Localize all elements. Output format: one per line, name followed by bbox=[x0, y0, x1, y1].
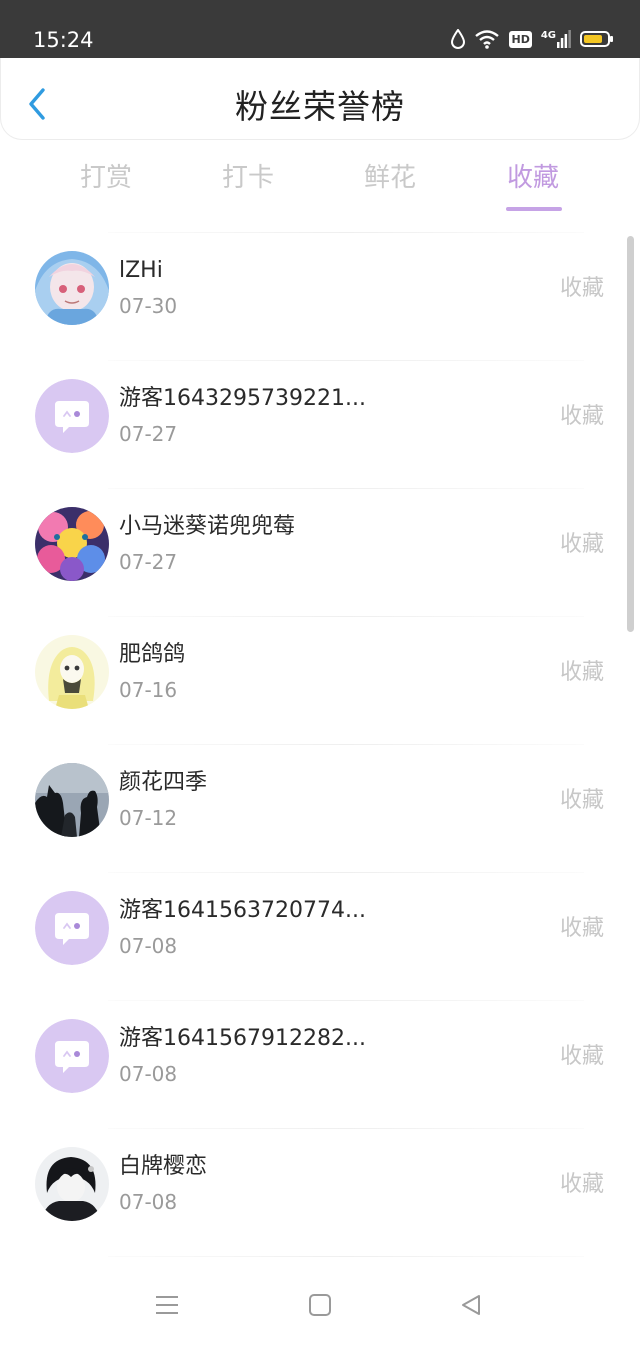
fan-name: 游客1641567912282... bbox=[119, 1026, 366, 1051]
header: 粉丝荣誉榜 bbox=[0, 58, 640, 140]
favorite-action: 收藏 bbox=[559, 1172, 604, 1197]
avatar[interactable] bbox=[35, 763, 109, 837]
favorite-action: 收藏 bbox=[559, 788, 604, 813]
favorite-action: 收藏 bbox=[559, 532, 604, 557]
fan-name: 颜花四季 bbox=[119, 770, 208, 795]
system-nav-bar bbox=[0, 1257, 640, 1351]
fan-date: 07-08 bbox=[119, 934, 178, 958]
hd-icon: HD bbox=[509, 30, 532, 48]
tab-reward[interactable]: 打赏 bbox=[46, 160, 166, 196]
fan-date: 07-27 bbox=[119, 422, 178, 446]
list-item[interactable]: 白牌樱恋 07-08 收藏 bbox=[0, 1128, 640, 1256]
fan-name: 肥鸽鸽 bbox=[119, 642, 186, 667]
fan-date: 07-08 bbox=[119, 1062, 178, 1086]
avatar[interactable] bbox=[35, 1019, 109, 1093]
battery-fill bbox=[584, 35, 602, 43]
favorite-action: 收藏 bbox=[559, 1044, 604, 1069]
wifi-icon bbox=[475, 30, 500, 49]
row-divider bbox=[108, 232, 584, 233]
favorite-action: 收藏 bbox=[559, 916, 604, 941]
home-square-icon bbox=[309, 1294, 331, 1316]
default-guest-avatar bbox=[35, 1019, 109, 1093]
fan-date: 07-16 bbox=[119, 678, 178, 702]
fan-name: lZHi bbox=[119, 258, 163, 283]
battery-icon bbox=[580, 31, 613, 47]
row-divider bbox=[108, 1000, 584, 1001]
back-nav-button[interactable] bbox=[453, 1287, 489, 1323]
fan-list[interactable]: lZHi 07-30 收藏 游客1643295739221... 07-27 收… bbox=[0, 232, 640, 1257]
list-item[interactable]: 游客1641567912282... 07-08 收藏 bbox=[0, 1000, 640, 1128]
signal-4g-icon: 4G bbox=[541, 30, 571, 48]
avatar[interactable] bbox=[35, 507, 109, 581]
avatar[interactable] bbox=[35, 1147, 109, 1221]
ponies-avatar bbox=[35, 507, 109, 581]
avatar[interactable] bbox=[35, 251, 109, 325]
fan-date: 07-12 bbox=[119, 806, 178, 830]
list-item[interactable]: 肥鸽鸽 07-16 收藏 bbox=[0, 616, 640, 744]
network-label: 4G bbox=[540, 30, 556, 41]
anime-girl-avatar bbox=[35, 251, 109, 325]
fan-date: 07-08 bbox=[119, 1190, 178, 1214]
tab-flowers[interactable]: 鲜花 bbox=[330, 160, 450, 196]
list-item[interactable]: 游客1643295739221... 07-27 收藏 bbox=[0, 360, 640, 488]
dark-hair-boy-avatar bbox=[35, 1147, 109, 1221]
tab-checkin[interactable]: 打卡 bbox=[188, 160, 308, 196]
menu-icon bbox=[156, 1296, 178, 1314]
avatar[interactable] bbox=[35, 891, 109, 965]
avatar[interactable] bbox=[35, 379, 109, 453]
hooded-figure-avatar bbox=[35, 635, 109, 709]
water-drop-icon bbox=[451, 29, 466, 49]
row-divider bbox=[108, 872, 584, 873]
status-bar: 15:24 HD 4G bbox=[0, 0, 640, 58]
page-title: 粉丝荣誉榜 bbox=[235, 87, 405, 126]
silhouette-avatar bbox=[35, 763, 109, 837]
fan-date: 07-27 bbox=[119, 550, 178, 574]
row-divider bbox=[108, 1128, 584, 1129]
list-item[interactable]: 游客1641563720774... 07-08 收藏 bbox=[0, 872, 640, 1000]
fan-name: 游客1643295739221... bbox=[119, 386, 366, 411]
row-divider bbox=[108, 360, 584, 361]
default-guest-avatar bbox=[35, 379, 109, 453]
row-divider bbox=[108, 616, 584, 617]
fan-name: 游客1641563720774... bbox=[119, 898, 366, 923]
menu-button[interactable] bbox=[149, 1287, 185, 1323]
avatar[interactable] bbox=[35, 635, 109, 709]
status-time: 15:24 bbox=[33, 28, 94, 52]
tab-bar: 打赏 打卡 鲜花 收藏 bbox=[0, 140, 640, 232]
fan-name: 白牌樱恋 bbox=[119, 1154, 208, 1179]
list-item[interactable]: 小马迷葵诺兜兜莓 07-27 收藏 bbox=[0, 488, 640, 616]
scrollbar[interactable] bbox=[627, 236, 634, 632]
active-tab-indicator bbox=[506, 207, 562, 211]
tab-favorites[interactable]: 收藏 bbox=[473, 160, 593, 211]
list-item[interactable]: 颜花四季 07-12 收藏 bbox=[0, 744, 640, 872]
fan-date: 07-30 bbox=[119, 294, 178, 318]
status-icons: HD 4G bbox=[451, 27, 613, 51]
back-triangle-icon bbox=[462, 1295, 480, 1315]
row-divider bbox=[108, 744, 584, 745]
home-button[interactable] bbox=[302, 1287, 338, 1323]
favorite-action: 收藏 bbox=[559, 404, 604, 429]
fan-name: 小马迷葵诺兜兜莓 bbox=[119, 514, 296, 539]
favorite-action: 收藏 bbox=[559, 276, 604, 301]
favorite-action: 收藏 bbox=[559, 660, 604, 685]
tab-favorites-label: 收藏 bbox=[506, 163, 559, 193]
row-divider bbox=[108, 488, 584, 489]
default-guest-avatar bbox=[35, 891, 109, 965]
list-item[interactable]: lZHi 07-30 收藏 bbox=[0, 232, 640, 360]
